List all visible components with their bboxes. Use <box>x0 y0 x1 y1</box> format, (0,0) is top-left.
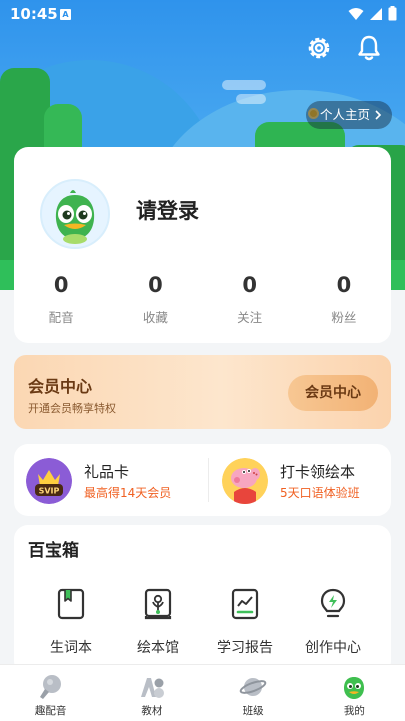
status-bar: 10:45 A <box>0 0 405 30</box>
stat-favorites[interactable]: 0 收藏 <box>108 273 202 326</box>
stat-value: 0 <box>53 273 69 297</box>
tool-vocabulary[interactable]: 生词本 <box>24 587 118 657</box>
battery-icon <box>388 6 397 21</box>
bird-icon <box>344 677 365 699</box>
tab-class[interactable]: 班级 <box>203 665 304 721</box>
tab-label: 我的 <box>343 705 365 717</box>
profile-stats: 0 配音 0 收藏 0 关注 0 粉丝 <box>14 273 391 326</box>
stat-fans[interactable]: 0 粉丝 <box>297 273 391 326</box>
stat-following[interactable]: 0 关注 <box>203 273 297 326</box>
stat-label: 关注 <box>237 310 263 325</box>
bookmark-book-icon <box>57 588 85 620</box>
tool-label: 生词本 <box>50 640 92 656</box>
stat-label: 粉丝 <box>331 310 357 325</box>
stat-value: 0 <box>336 273 352 297</box>
stat-label: 收藏 <box>142 310 168 325</box>
abc-icon <box>140 678 164 698</box>
login-prompt[interactable]: 请登录 <box>136 195 199 225</box>
avatar[interactable] <box>40 179 110 249</box>
stat-label: 配音 <box>48 310 74 325</box>
notification-bell-icon[interactable] <box>355 34 383 62</box>
checkin-title: 打卡领绘本 <box>280 463 356 481</box>
svip-badge-text: SVIP <box>39 487 60 496</box>
report-icon <box>231 588 259 620</box>
tool-label: 绘本馆 <box>137 640 179 656</box>
checkin-entry[interactable]: 打卡领绘本 5天口语体验班 <box>210 444 398 516</box>
tool-label: 创作中心 <box>305 640 361 656</box>
bird-mascot-icon <box>55 190 95 244</box>
tab-mine[interactable]: 我的 <box>304 665 405 721</box>
promo-card: SVIP 礼品卡 最高得14天会员 打卡领绘本 5天口语体验班 <box>14 444 391 516</box>
stat-value: 0 <box>148 273 163 297</box>
vip-subtitle: 开通会员畅享特权 <box>28 402 116 415</box>
status-time: 10:45 <box>10 5 58 23</box>
settings-gear-icon[interactable] <box>305 34 333 62</box>
promo-divider <box>208 458 209 502</box>
sim-icon: A <box>60 9 71 20</box>
vip-banner[interactable]: 会员中心 开通会员畅享特权 会员中心 <box>14 355 391 429</box>
personal-home-label: 个人主页 <box>319 107 370 122</box>
svip-crown-icon: SVIP <box>26 458 72 504</box>
planet-icon <box>239 678 267 696</box>
stat-value: 0 <box>242 273 257 297</box>
gift-card-entry[interactable]: SVIP 礼品卡 最高得14天会员 <box>14 444 202 516</box>
flower-book-icon <box>144 588 172 620</box>
tab-dubbing[interactable]: 趣配音 <box>0 665 101 721</box>
gift-card-title: 礼品卡 <box>84 463 130 481</box>
wifi-icon <box>348 7 364 20</box>
tool-study-report[interactable]: 学习报告 <box>198 587 292 657</box>
tab-label: 班级 <box>242 705 264 717</box>
profile-card: 请登录 0 配音 0 收藏 0 关注 0 粉丝 <box>14 147 391 343</box>
gift-card-subtitle: 最高得14天会员 <box>84 486 172 500</box>
tab-label: 教材 <box>141 705 163 717</box>
personal-home-link[interactable]: 个人主页 <box>305 101 392 129</box>
signal-icon <box>370 7 382 20</box>
vip-title: 会员中心 <box>28 377 93 396</box>
bottom-tab-bar: 趣配音 教材 班级 我的 <box>0 664 405 721</box>
chevron-right-icon <box>375 110 382 120</box>
vip-center-button[interactable]: 会员中心 <box>288 375 378 411</box>
tool-creation-center[interactable]: 创作中心 <box>286 587 380 657</box>
lightbulb-icon <box>320 588 346 618</box>
checkin-subtitle: 5天口语体验班 <box>280 486 360 500</box>
toolbox-card: 百宝箱 生词本 绘本馆 学习报告 创作中心 <box>14 525 391 675</box>
microphone-icon <box>39 675 61 699</box>
tab-label: 趣配音 <box>34 705 67 717</box>
stat-dubbing[interactable]: 0 配音 <box>14 273 108 326</box>
tab-textbook[interactable]: 教材 <box>101 665 202 721</box>
tool-picture-books[interactable]: 绘本馆 <box>111 587 205 657</box>
peppa-pig-icon <box>222 458 268 504</box>
toolbox-title: 百宝箱 <box>28 541 79 561</box>
tool-label: 学习报告 <box>217 640 273 656</box>
